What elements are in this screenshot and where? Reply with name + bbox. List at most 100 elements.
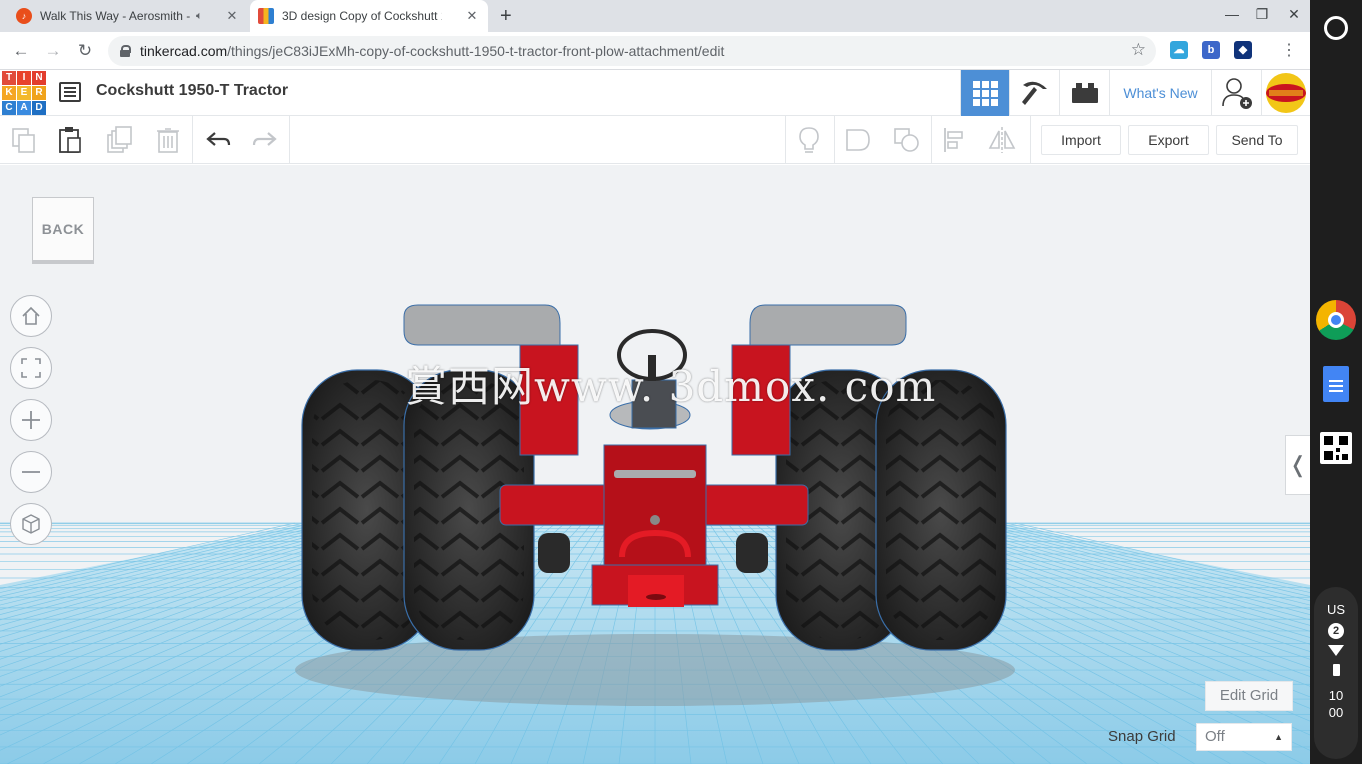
toolbar-divider bbox=[192, 116, 193, 164]
mirror-icon[interactable] bbox=[988, 126, 1016, 154]
export-button[interactable]: Export bbox=[1128, 125, 1209, 155]
tab-title: Walk This Way - Aerosmith - bbox=[40, 9, 190, 23]
wifi-icon bbox=[1328, 645, 1344, 656]
logo-letter: D bbox=[32, 101, 46, 115]
3d-view-button[interactable] bbox=[960, 70, 1009, 116]
address-bar[interactable]: tinkercad.com/things/jeC83iJExMh-copy-of… bbox=[108, 36, 1156, 66]
snap-grid-value: Off bbox=[1205, 728, 1225, 745]
chrome-app-icon[interactable] bbox=[1316, 300, 1356, 340]
snap-grid-label: Snap Grid bbox=[1108, 728, 1176, 745]
lock-icon bbox=[120, 45, 131, 57]
toolbar-divider bbox=[1030, 116, 1031, 164]
logo-letter: I bbox=[17, 71, 31, 85]
home-icon bbox=[22, 306, 40, 325]
logo-letter: A bbox=[17, 101, 31, 115]
design-title[interactable]: Cockshutt 1950-T Tractor bbox=[96, 82, 288, 100]
back-view-cube[interactable]: BACK bbox=[32, 197, 94, 261]
google-docs-icon[interactable] bbox=[1323, 366, 1349, 402]
home-view-button[interactable] bbox=[10, 295, 52, 337]
new-tab-button[interactable]: + bbox=[500, 5, 512, 28]
back-arrow-icon[interactable]: ← bbox=[10, 40, 32, 62]
logo-letter: R bbox=[32, 86, 46, 100]
diamond-extension-icon[interactable]: ◆ bbox=[1234, 41, 1252, 59]
tab-tinkercad[interactable]: 3D design Copy of Cockshutt 19 ✕ bbox=[250, 0, 488, 32]
url-host: tinkercad.com bbox=[140, 43, 228, 59]
fit-all-icon bbox=[21, 358, 41, 378]
speaker-icon[interactable]: 🔈︎ bbox=[196, 10, 203, 23]
forward-arrow-icon[interactable]: → bbox=[42, 40, 64, 62]
tab-title: 3D design Copy of Cockshutt 19 bbox=[282, 9, 442, 23]
minecraft-view-button[interactable] bbox=[1009, 70, 1059, 116]
paste-icon[interactable] bbox=[57, 126, 85, 154]
tab-close-icon[interactable]: ✕ bbox=[224, 8, 240, 24]
whats-new-label: What's New bbox=[1123, 85, 1198, 101]
tinkercad-favicon-icon bbox=[258, 8, 274, 24]
lightbulb-icon[interactable] bbox=[795, 126, 823, 154]
zoom-in-button[interactable] bbox=[10, 399, 52, 441]
launcher-icon[interactable] bbox=[1324, 16, 1348, 40]
perspective-button[interactable] bbox=[10, 503, 52, 545]
add-user-icon bbox=[1221, 78, 1252, 109]
duplicate-icon[interactable] bbox=[106, 126, 134, 154]
battery-icon bbox=[1332, 664, 1340, 676]
edit-grid-button[interactable]: Edit Grid bbox=[1205, 681, 1293, 711]
qr-code-icon[interactable] bbox=[1320, 432, 1352, 464]
toolbar-divider bbox=[834, 116, 835, 164]
plus-icon bbox=[22, 411, 40, 429]
browser-tab-strip: ♪ Walk This Way - Aerosmith - 🔈︎ ✕ 3D de… bbox=[0, 0, 1310, 32]
front-right-tire[interactable] bbox=[736, 533, 768, 573]
tab-close-icon[interactable]: ✕ bbox=[464, 8, 480, 24]
tinkercad-header: TINKERCAD Cockshutt 1950-T Tractor What'… bbox=[0, 70, 1310, 116]
import-button[interactable]: Import bbox=[1041, 125, 1121, 155]
logo-letter: K bbox=[2, 86, 16, 100]
clock-minute: 00 bbox=[1328, 705, 1344, 720]
clock-hour: 10 bbox=[1328, 688, 1344, 703]
chrome-menu-icon[interactable]: ⋮ bbox=[1278, 40, 1300, 62]
ungroup-icon[interactable] bbox=[893, 126, 921, 154]
undo-icon[interactable] bbox=[204, 126, 232, 154]
logo-letter: T bbox=[2, 71, 16, 85]
watermark-text: 賞西网www. 3dmox. com bbox=[405, 362, 937, 411]
url-path: /things/jeC83iJExMh-copy-of-cockshutt-19… bbox=[227, 43, 725, 59]
design-menu-icon[interactable] bbox=[59, 82, 81, 102]
tinkercad-logo[interactable]: TIN KER CAD bbox=[2, 71, 46, 115]
tab-music[interactable]: ♪ Walk This Way - Aerosmith - 🔈︎ ✕ bbox=[8, 0, 248, 32]
b-extension-icon[interactable]: b bbox=[1202, 41, 1220, 59]
minimize-icon[interactable]: — bbox=[1222, 6, 1242, 22]
keyboard-layout: US bbox=[1326, 602, 1346, 617]
collapse-panel-button[interactable]: ❬ bbox=[1285, 435, 1310, 495]
minus-icon bbox=[22, 471, 40, 473]
system-tray[interactable]: US 2 10 00 bbox=[1314, 587, 1358, 759]
mopar-avatar-icon bbox=[1266, 73, 1306, 113]
toolbar-divider bbox=[785, 116, 786, 164]
whats-new-button[interactable]: What's New bbox=[1109, 70, 1211, 116]
redo-icon[interactable] bbox=[251, 126, 279, 154]
lego-view-button[interactable] bbox=[1059, 70, 1109, 116]
user-avatar[interactable] bbox=[1261, 70, 1310, 116]
add-collaborator-button[interactable] bbox=[1211, 70, 1261, 116]
cube-icon bbox=[22, 514, 40, 534]
restore-icon[interactable]: ❐ bbox=[1252, 6, 1272, 23]
front-left-tire[interactable] bbox=[538, 533, 570, 573]
cloud-extension-icon[interactable]: ☁ bbox=[1170, 41, 1188, 59]
toolbar-divider bbox=[289, 116, 290, 164]
align-icon[interactable] bbox=[941, 126, 969, 154]
music-favicon-icon: ♪ bbox=[16, 8, 32, 24]
trash-icon[interactable] bbox=[154, 126, 182, 154]
reload-icon[interactable]: ↻ bbox=[74, 40, 96, 62]
logo-letter: E bbox=[17, 86, 31, 100]
zoom-out-button[interactable] bbox=[10, 451, 52, 493]
close-window-icon[interactable]: ✕ bbox=[1284, 6, 1304, 23]
workplane-viewport[interactable]: 賞西网www. 3dmox. com BACK ❬ Edit Grid Snap… bbox=[0, 165, 1310, 764]
tractor-body[interactable] bbox=[591, 444, 719, 607]
snap-grid-select[interactable]: Off ▲ bbox=[1196, 723, 1292, 751]
copy-icon[interactable] bbox=[10, 126, 38, 154]
bookmark-star-icon[interactable]: ☆ bbox=[1131, 40, 1146, 60]
group-icon[interactable] bbox=[844, 126, 872, 154]
send-to-button[interactable]: Send To bbox=[1216, 125, 1298, 155]
os-shelf: US 2 10 00 bbox=[1310, 0, 1362, 764]
brick-icon bbox=[1071, 83, 1098, 103]
dropdown-arrow-icon: ▲ bbox=[1274, 732, 1283, 742]
3d-scene[interactable] bbox=[0, 165, 1310, 764]
fit-view-button[interactable] bbox=[10, 347, 52, 389]
